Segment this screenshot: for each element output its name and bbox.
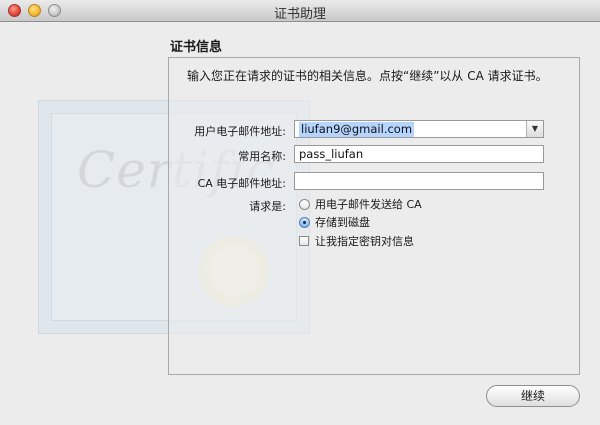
- user-email-combo[interactable]: liufan9@gmail.com ▼: [294, 120, 544, 138]
- radio-email-ca[interactable]: [299, 199, 310, 210]
- option-save-disk-label: 存储到磁盘: [315, 216, 370, 229]
- certificate-assistant-window: 证书助理 Certific 证书信息 输入您正在请求的证书的相关信息。点按“继续…: [0, 0, 600, 425]
- intro-text: 输入您正在请求的证书的相关信息。点按“继续”以从 CA 请求证书。: [187, 69, 548, 83]
- checkbox-key-pair[interactable]: [299, 236, 309, 246]
- request-label: 请求是:: [249, 200, 286, 213]
- option-key-pair[interactable]: 让我指定密钥对信息: [299, 233, 414, 249]
- option-save-disk[interactable]: 存储到磁盘: [299, 214, 370, 230]
- section-title: 证书信息: [170, 40, 223, 55]
- form-panel: [168, 57, 580, 375]
- title-bar: 证书助理: [0, 0, 600, 22]
- option-email-ca[interactable]: 用电子邮件发送给 CA: [299, 196, 422, 212]
- user-email-value[interactable]: liufan9@gmail.com: [299, 122, 415, 137]
- ca-email-label: CA 电子邮件地址:: [197, 177, 286, 190]
- option-key-pair-label: 让我指定密钥对信息: [315, 235, 414, 248]
- common-name-label: 常用名称:: [238, 150, 286, 163]
- option-email-ca-label: 用电子邮件发送给 CA: [315, 198, 422, 211]
- user-email-label: 用户电子邮件地址:: [194, 125, 286, 138]
- radio-save-disk[interactable]: [299, 217, 310, 228]
- chevron-down-icon[interactable]: ▼: [526, 121, 543, 137]
- ca-email-field[interactable]: [294, 172, 544, 190]
- common-name-field[interactable]: [294, 145, 544, 163]
- continue-button[interactable]: 继续: [486, 385, 580, 407]
- window-title: 证书助理: [273, 7, 326, 22]
